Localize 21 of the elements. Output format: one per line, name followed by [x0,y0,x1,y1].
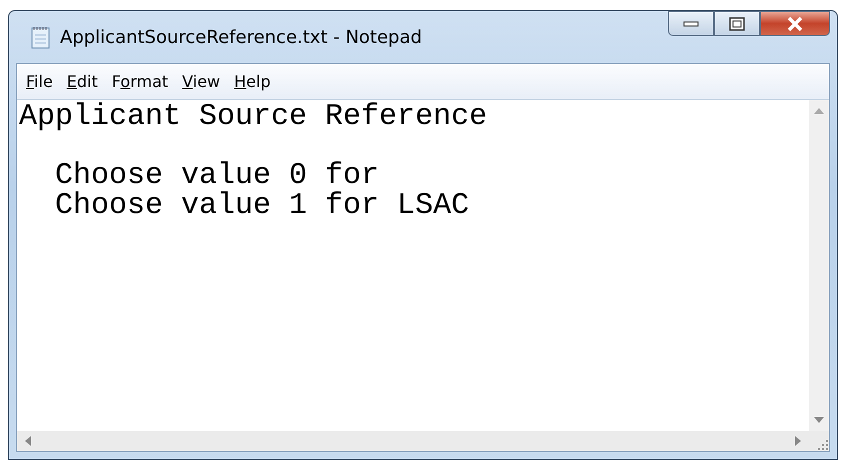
resize-grip-icon[interactable] [817,439,829,451]
minimize-icon [683,20,699,26]
maximize-icon [729,16,745,30]
document-text: Applicant Source Reference Choose value 0 for Choose value 1 for LSAC [18,100,488,224]
menu-item[interactable]: File [19,70,60,94]
close-icon [786,16,804,32]
notepad-icon [30,25,52,49]
scroll-right-icon[interactable] [795,436,801,446]
minimize-button[interactable] [668,11,714,36]
menu-item[interactable]: Edit [60,70,105,94]
scroll-down-icon[interactable] [814,417,824,423]
menu-item[interactable]: Help [227,70,278,94]
close-button[interactable] [760,11,830,36]
maximize-button[interactable] [714,11,760,36]
vertical-scrollbar[interactable] [809,100,829,431]
menu-item[interactable]: Format [104,70,176,94]
menu-item[interactable]: View [175,70,228,94]
scroll-left-icon[interactable] [25,436,31,446]
window-title: ApplicantSourceReference.txt - Notepad [60,26,422,50]
horizontal-scrollbar[interactable] [17,431,809,451]
scroll-up-icon[interactable] [814,108,824,114]
